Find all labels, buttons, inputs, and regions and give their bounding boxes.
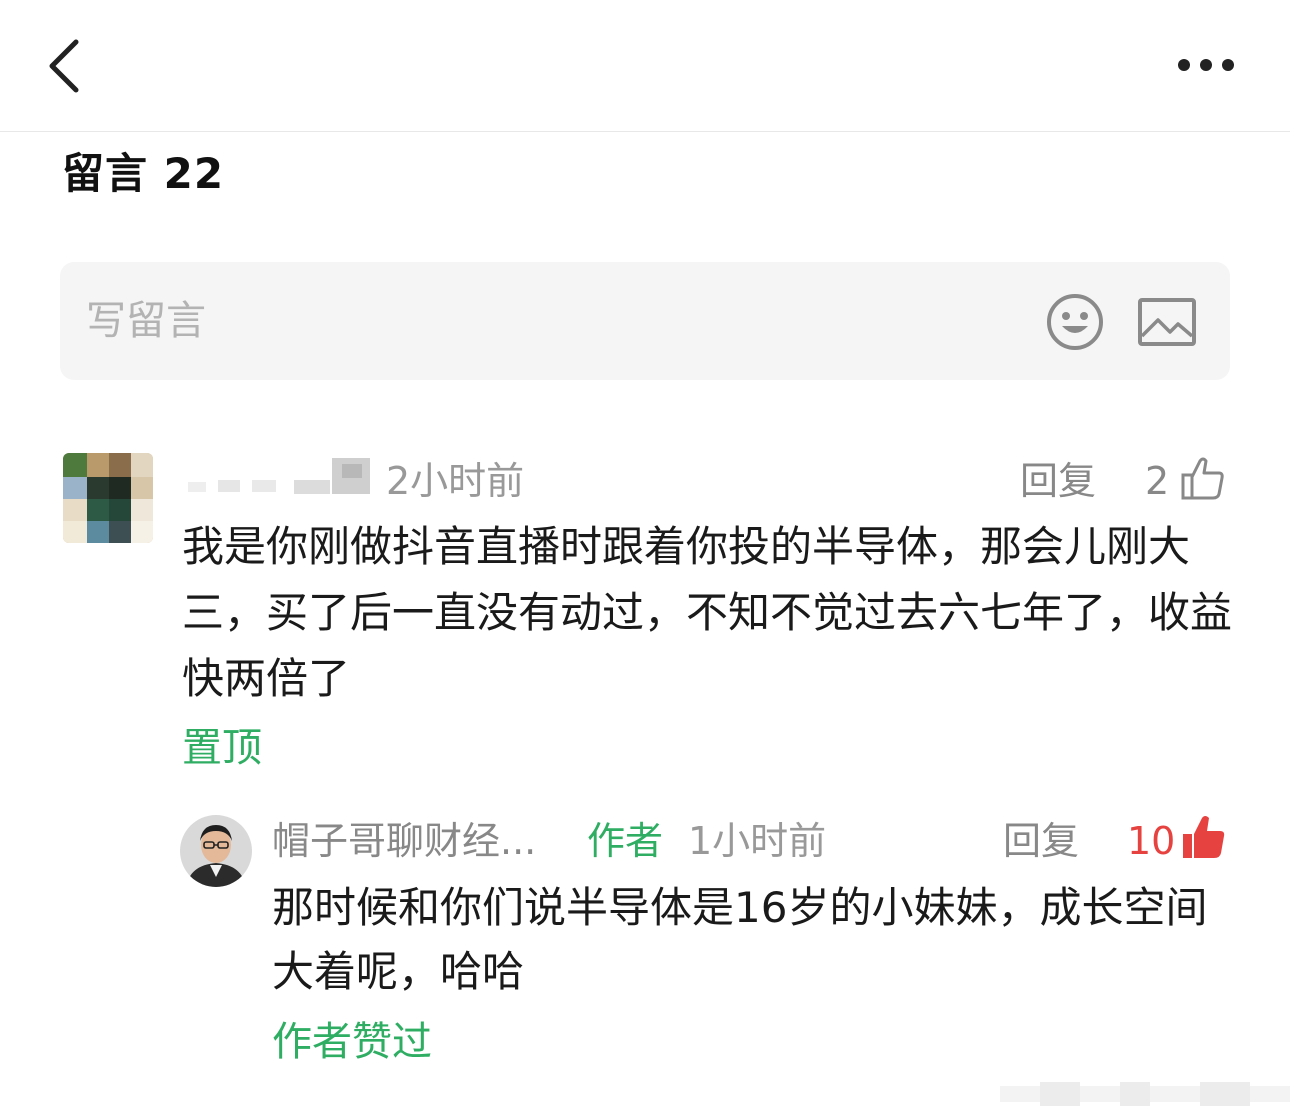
- author-liked-tag: 作者赞过: [272, 1019, 432, 1065]
- reply-body: 那时候和你们说半导体是16岁的小妹妹，成长空间大着呢，哈哈: [272, 883, 1208, 996]
- image-icon: [1138, 298, 1196, 346]
- smiley-icon: [1047, 294, 1103, 350]
- compose-box[interactable]: 写留言: [60, 262, 1230, 380]
- more-horizontal-icon: [1178, 59, 1234, 71]
- comment-input[interactable]: 写留言: [86, 262, 986, 380]
- author-avatar[interactable]: [180, 815, 252, 887]
- reply-button[interactable]: 回复: [1020, 456, 1096, 506]
- comments-page: 留言 22 写留言 2小时前 回复 2 我是你刚做抖音直播时跟着你投的半导体，那…: [0, 0, 1290, 1120]
- back-button[interactable]: [44, 36, 88, 96]
- thumbs-up-outline-icon: [1181, 457, 1224, 500]
- watermark: [1000, 1076, 1290, 1110]
- like-button[interactable]: [1180, 455, 1226, 501]
- reply-to-reply-button[interactable]: 回复: [1003, 814, 1079, 868]
- reply-like-count: 10: [1127, 819, 1176, 863]
- comment-body: 我是你刚做抖音直播时跟着你投的半导体，那会儿刚大三，买了后一直没有动过，不知不觉…: [182, 522, 1233, 703]
- top-bar: [0, 0, 1290, 132]
- more-options-button[interactable]: [1170, 50, 1242, 80]
- thumbs-up-filled-icon: [1183, 816, 1225, 858]
- author-avatar-image: [180, 815, 252, 887]
- chevron-left-icon: [49, 39, 79, 93]
- emoji-button[interactable]: [1045, 292, 1105, 352]
- comment-time: 2小时前: [386, 459, 525, 503]
- avatar-image: [63, 453, 153, 543]
- commenter-avatar[interactable]: [63, 453, 153, 543]
- like-count: 2: [1145, 459, 1170, 503]
- reply-time: 1小时前: [688, 819, 827, 863]
- commenter-name-redacted[interactable]: [182, 456, 382, 506]
- reply-like-button[interactable]: [1182, 814, 1226, 860]
- pinned-tag: 置顶: [182, 725, 262, 771]
- author-name[interactable]: 帽子哥聊财经...: [272, 814, 536, 868]
- image-button[interactable]: [1138, 298, 1196, 346]
- author-badge: 作者: [587, 819, 664, 863]
- comments-title: 留言 22: [62, 149, 225, 198]
